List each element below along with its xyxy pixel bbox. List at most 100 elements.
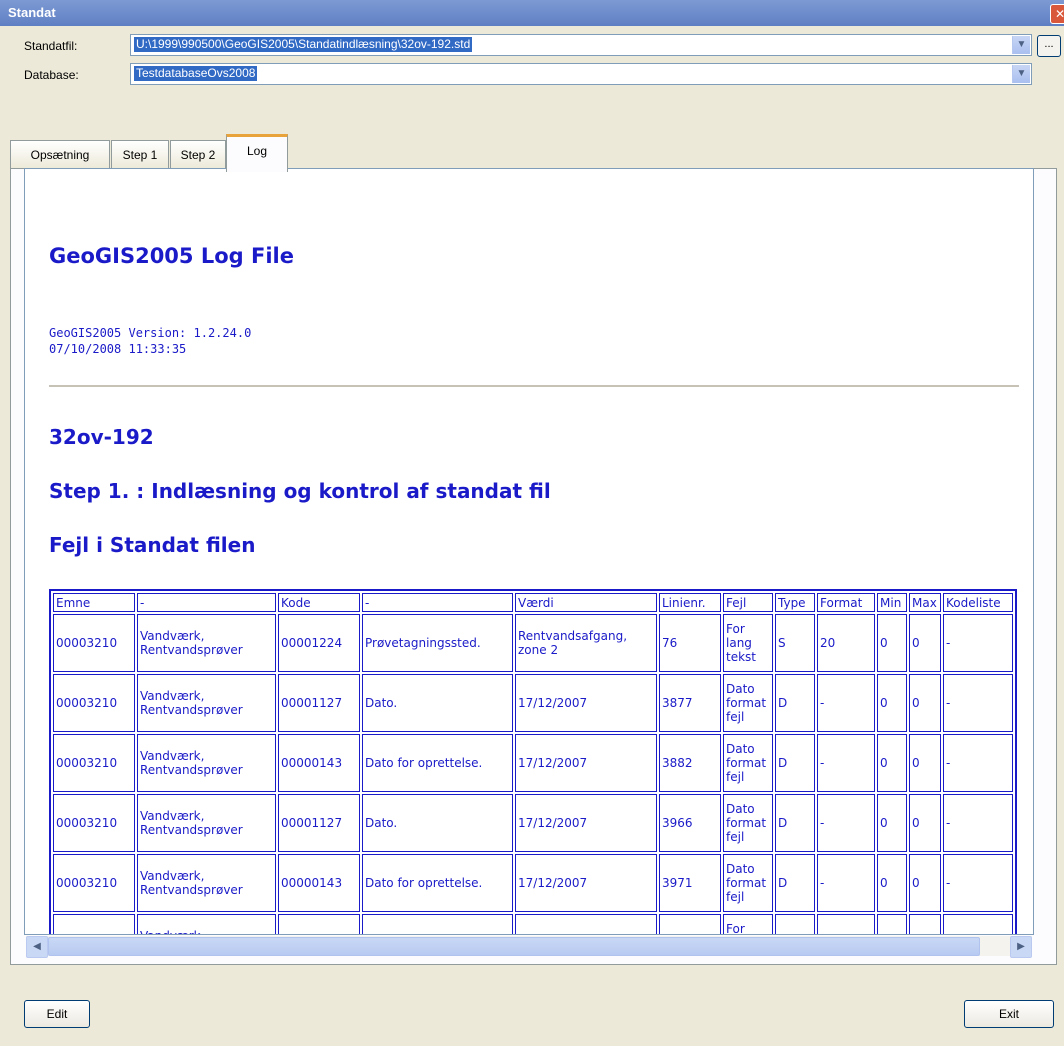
log-version: GeoGIS2005 Version: 1.2.24.0 [49,326,252,340]
table-row: 00003210 Vandværk, Rentvandsprøver 0000112… [53,674,1013,732]
table-row: 00003210Vandværk, Rentvandsprøver0000122… [53,614,1013,672]
table-cell: - [943,734,1013,792]
browse-button[interactable]: ... [1037,35,1061,57]
column-header: Format [817,593,875,612]
table-row: 00003210 Vandværk, Rentvandsprøver 0000112… [53,794,1013,852]
horizontal-scrollbar[interactable]: ◀ ▶ [26,936,1032,958]
table-cell: For lang tekst [723,614,773,672]
table-cell: - [817,734,875,792]
exit-button[interactable]: Exit [964,1000,1054,1028]
table-cell: 3966 [659,794,721,852]
table-cell: - [817,674,875,732]
table-cell: - [943,674,1013,732]
chevron-down-icon[interactable]: ▼ [1012,36,1030,54]
table-cell: 0 [877,914,907,934]
scroll-right-icon[interactable]: ▶ [1010,936,1032,958]
table-cell: 00003210 [53,674,135,732]
table-cell: Vandværk, Rentvandsprøver [137,674,276,732]
table-cell: 3877 [659,674,721,732]
table-cell: 0 [877,674,907,732]
horizontal-scroll-thumb[interactable] [48,937,980,956]
table-cell: 00001127 [278,794,360,852]
table-row: 00003210Vandværk, Rentvandsprøver0000122… [53,914,1013,934]
table-cell: Dato format fejl [723,674,773,732]
table-cell: Prøvetagningssted. [362,614,513,672]
table-cell: 00003210 [53,614,135,672]
table-cell: Dato for oprettelse. [362,854,513,912]
table-cell: 00003210 [53,854,135,912]
table-cell: Dato. [362,674,513,732]
column-header: Værdi [515,593,657,612]
database-combo[interactable]: TestdatabaseOvs2008 ▼ [130,63,1032,85]
table-cell: D [775,854,815,912]
table-cell: S [775,614,815,672]
scroll-left-icon[interactable]: ◀ [26,936,48,958]
table-cell: 00001127 [278,674,360,732]
table-cell: 00001224 [278,914,360,934]
table-cell: 0 [877,614,907,672]
standatfil-label: Standatfil: [24,39,78,53]
table-body: 00003210 Vandværk, Rentvandsprøver 0000122… [53,614,1013,934]
table-cell: 0 [877,854,907,912]
table-cell: - [817,854,875,912]
table-cell: Dato format fejl [723,794,773,852]
table-cell: - [817,794,875,852]
table-cell: 00003210 [53,794,135,852]
table-cell: D [775,734,815,792]
table-cell: 3882 [659,734,721,792]
table-cell: 17/12/2007 [515,794,657,852]
divider [49,385,1019,387]
table-cell: 20 [817,914,875,934]
title-bar: Standat ✕ [0,0,1064,26]
edit-button[interactable]: Edit [24,1000,90,1028]
table-cell: - [943,614,1013,672]
table-header-row: Emne - Kode - Værdi Linienr. Fejl Type F… [53,593,1013,612]
tab-opsaetning[interactable]: Opsætning [10,140,110,169]
table-cell: 00003210 [53,734,135,792]
table-cell: Dato for oprettelse. [362,734,513,792]
table-cell: 0 [909,794,941,852]
table-cell: Vandværk, Rentvandsprøver [137,794,276,852]
tab-log[interactable]: Log [226,134,288,172]
table-cell: 00000143 [278,854,360,912]
table-cell: 0 [909,674,941,732]
tab-step-1[interactable]: Step 1 [111,140,169,169]
table-cell: Dato format fejl [723,734,773,792]
table-cell: - [943,914,1013,934]
column-header: Linienr. [659,593,721,612]
tab-step-2[interactable]: Step 2 [170,140,226,169]
column-header: Emne [53,593,135,612]
close-icon[interactable]: ✕ [1050,4,1064,24]
log-timestamp: 07/10/2008 11:33:35 [49,342,187,356]
table-cell: 0 [909,914,941,934]
table-cell: Børnehaven [515,914,657,934]
column-header: Min [877,593,907,612]
table-cell: Vandværk, Rentvandsprøver [137,914,276,934]
log-title: GeoGIS2005 Log File [49,244,294,268]
table-cell: Vandværk, Rentvandsprøver [137,854,276,912]
column-header: Fejl [723,593,773,612]
column-header: Type [775,593,815,612]
table-cell: 76 [659,614,721,672]
table-cell: Dato. [362,794,513,852]
table-cell: 3971 [659,854,721,912]
table-cell: 0 [877,734,907,792]
error-table: Emne - Kode - Værdi Linienr. Fejl Type F… [49,589,1017,934]
table-cell: - [943,794,1013,852]
log-view[interactable]: GeoGIS2005 Log File GeoGIS2005 Version: … [24,168,1034,935]
database-label: Database: [24,68,79,82]
column-header: Max [909,593,941,612]
table-cell: 0 [877,794,907,852]
standatfil-combo[interactable]: U:\1999\990500\GeoGIS2005\Standatindlæsn… [130,34,1032,56]
table-cell: 0 [909,734,941,792]
table-row: 00003210 Vandværk, Rentvandsprøver 0000014… [53,854,1013,912]
table-cell: For lang tekst [723,914,773,934]
table-cell: Vandværk, Rentvandsprøver [137,614,276,672]
column-header: - [362,593,513,612]
table-cell: Dato format fejl [723,854,773,912]
chevron-down-icon[interactable]: ▼ [1012,65,1030,83]
column-header: Kode [278,593,360,612]
table-cell: 4054 [659,914,721,934]
table-cell: 17/12/2007 [515,674,657,732]
table-cell: - [943,854,1013,912]
